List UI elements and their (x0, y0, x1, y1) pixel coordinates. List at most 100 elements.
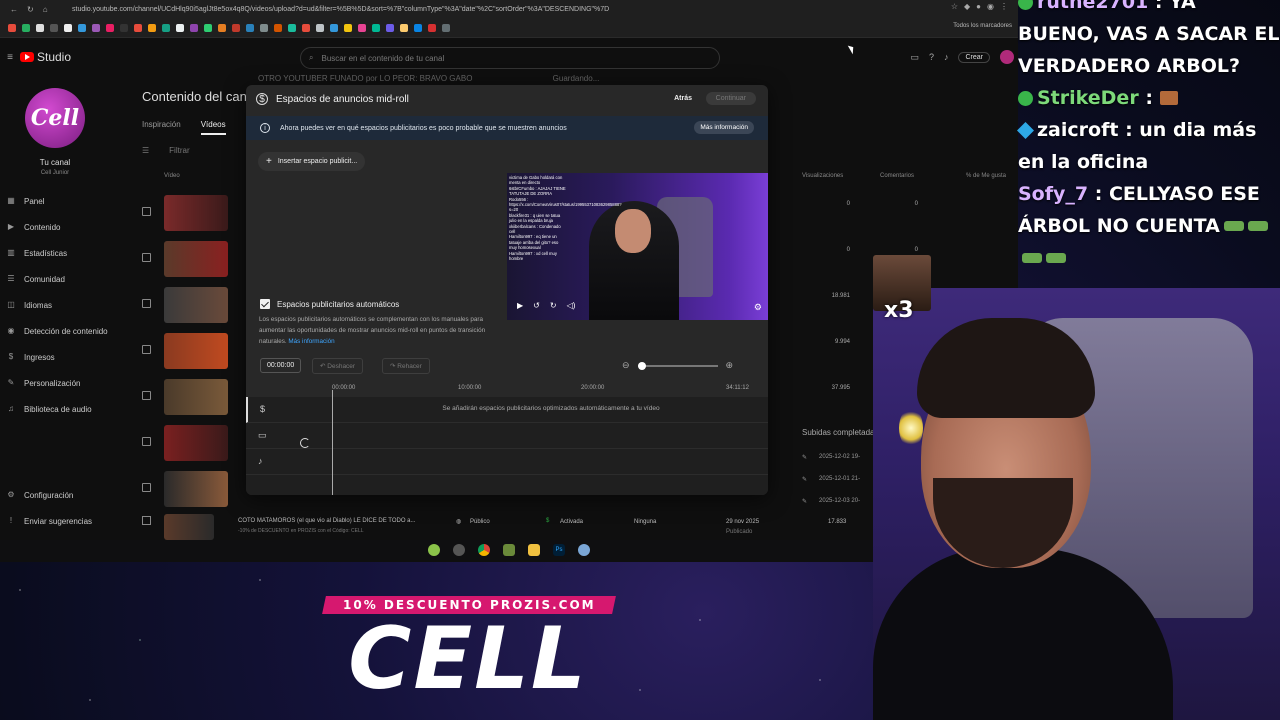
bookmark-icon[interactable] (260, 23, 268, 32)
bookmark-icon[interactable] (302, 23, 310, 32)
notifications-icon[interactable]: ♪ (944, 52, 949, 62)
bookmark-icon[interactable] (316, 23, 324, 32)
row-checkbox[interactable] (142, 207, 151, 216)
chrome-icon[interactable] (478, 544, 490, 556)
bookmark-icon[interactable] (218, 23, 226, 32)
bookmark-icon[interactable] (162, 23, 170, 32)
visibility-value[interactable]: Público (470, 519, 490, 525)
row-checkbox[interactable] (142, 516, 151, 525)
app-icon[interactable] (578, 544, 590, 556)
sidebar-item-languages[interactable]: ◫ Idiomas (6, 300, 134, 310)
bookmark-icon[interactable] (414, 23, 422, 32)
bookmark-icon[interactable] (36, 23, 44, 32)
bookmark-icon[interactable] (358, 23, 366, 32)
star-icon[interactable]: ☆ (951, 2, 958, 11)
bookmark-icon[interactable] (204, 23, 212, 32)
channel-avatar[interactable]: Cell (25, 88, 85, 148)
comments-icon[interactable]: ▭ (910, 52, 919, 63)
sidebar-item-customization[interactable]: ✎ Personalización (6, 378, 134, 388)
more-info-link[interactable]: Más información (288, 338, 334, 345)
bookmark-icon[interactable] (176, 23, 184, 32)
row-checkbox[interactable] (142, 299, 151, 308)
bookmark-icon[interactable] (120, 23, 128, 32)
all-bookmarks-folder[interactable]: Todos los marcadores (949, 23, 1012, 29)
volume-icon[interactable]: ◁) (567, 301, 576, 310)
bookmark-icon[interactable] (442, 23, 450, 32)
row-checkbox[interactable] (142, 253, 151, 262)
back-button[interactable]: Atrás (668, 92, 698, 105)
studio-logo[interactable]: Studio (20, 50, 71, 64)
zoom-out-icon[interactable]: ⊖ (622, 360, 630, 371)
rewind-icon[interactable]: ↺ (533, 301, 540, 310)
sidebar-item-panel[interactable]: ▦ Panel (6, 196, 134, 206)
sidebar-item-content[interactable]: ▶ Contenido (6, 222, 134, 232)
edit-icon[interactable]: ✎ (802, 454, 807, 461)
video-preview-player[interactable]: victima de Gabo holdará con menta en dir… (507, 173, 768, 320)
bookmark-icon[interactable] (8, 23, 16, 32)
play-icon[interactable]: ▶ (517, 301, 523, 310)
video-thumbnail[interactable] (164, 195, 228, 231)
row-checkbox[interactable] (142, 391, 151, 400)
help-icon[interactable]: ? (929, 52, 934, 62)
app-icon[interactable] (428, 544, 440, 556)
bookmark-icon[interactable] (428, 23, 436, 32)
bookmark-icon[interactable] (386, 23, 394, 32)
extension-icon[interactable]: ● (976, 2, 981, 11)
video-thumbnail[interactable] (164, 471, 228, 507)
zoom-slider[interactable] (637, 361, 718, 370)
learn-more-button[interactable]: Más información (694, 121, 754, 134)
forward-icon[interactable]: ↻ (550, 301, 557, 310)
video-thumbnail[interactable] (164, 287, 228, 323)
extension-icon[interactable]: ◆ (964, 2, 970, 11)
bookmark-icon[interactable] (22, 23, 30, 32)
video-thumbnail[interactable] (164, 333, 228, 369)
bookmark-icon[interactable] (372, 23, 380, 32)
bookmark-icon[interactable] (400, 23, 408, 32)
create-button[interactable]: Crear (958, 51, 990, 63)
url-text[interactable]: studio.youtube.com/channel/UCdHlq90i5agl… (72, 6, 1018, 13)
app-icon[interactable] (453, 544, 465, 556)
edit-icon[interactable]: ✎ (802, 476, 807, 483)
bookmark-icon[interactable] (92, 23, 100, 32)
bookmark-icon[interactable] (274, 23, 282, 32)
bookmark-icon[interactable] (106, 23, 114, 32)
bookmark-icon[interactable] (246, 23, 254, 32)
ads-track[interactable]: $ Se añadirán espacios publicitarios opt… (246, 397, 768, 423)
auto-ads-checkbox[interactable]: Espacios publicitarios automáticos (260, 299, 399, 309)
account-avatar[interactable] (1000, 50, 1014, 64)
sidebar-item-audio-library[interactable]: ♫ Biblioteca de audio (6, 404, 134, 414)
video-thumbnail[interactable] (164, 425, 228, 461)
home-icon[interactable]: ⌂ (43, 5, 48, 14)
upload-item[interactable]: ✎ 2025-12-02 19- (802, 454, 860, 461)
tab-videos[interactable]: Vídeos (200, 120, 226, 135)
bookmark-icon[interactable] (330, 23, 338, 32)
folder-icon[interactable] (528, 544, 540, 556)
sidebar-item-detection[interactable]: ◉ Detección de contenido (6, 326, 134, 336)
col-views-header[interactable]: Visualizaciones (802, 173, 843, 179)
photoshop-icon[interactable]: Ps (553, 544, 565, 556)
continue-button[interactable]: Continuar (705, 92, 756, 105)
sidebar-item-analytics[interactable]: ▥ Estadísticas (6, 248, 134, 258)
bookmark-icon[interactable] (64, 23, 72, 32)
insert-ad-slot-button[interactable]: + Insertar espacio publicit... (258, 152, 366, 171)
bookmark-icon[interactable] (134, 23, 142, 32)
video-thumbnail[interactable] (164, 379, 228, 415)
col-likes-header[interactable]: % de Me gusta (966, 173, 1006, 179)
checkbox-checked-icon[interactable] (260, 299, 270, 309)
bookmark-icon[interactable] (78, 23, 86, 32)
upload-item[interactable]: ✎ 2025-12-03 20- (802, 498, 860, 505)
bookmark-icon[interactable] (232, 23, 240, 32)
col-comments-header[interactable]: Comentarios (880, 173, 914, 179)
reload-icon[interactable]: ↻ (27, 5, 34, 14)
bookmark-icon[interactable] (288, 23, 296, 32)
undo-button[interactable]: ↶ Deshacer (312, 358, 364, 374)
sidebar-item-feedback[interactable]: ! Enviar sugerencias (6, 516, 134, 526)
tab-inspiration[interactable]: Inspiración (142, 120, 181, 135)
profile-icon[interactable]: ◉ (987, 2, 994, 11)
app-icon[interactable] (503, 544, 515, 556)
edit-icon[interactable]: ✎ (802, 498, 807, 505)
filter-bar[interactable]: ☰ Filtrar (142, 146, 190, 155)
sidebar-item-settings[interactable]: ⚙ Configuración (6, 490, 134, 500)
menu-icon[interactable]: ⋮ (1000, 2, 1008, 11)
upload-item[interactable]: ✎ 2025-12-01 21- (802, 476, 860, 483)
